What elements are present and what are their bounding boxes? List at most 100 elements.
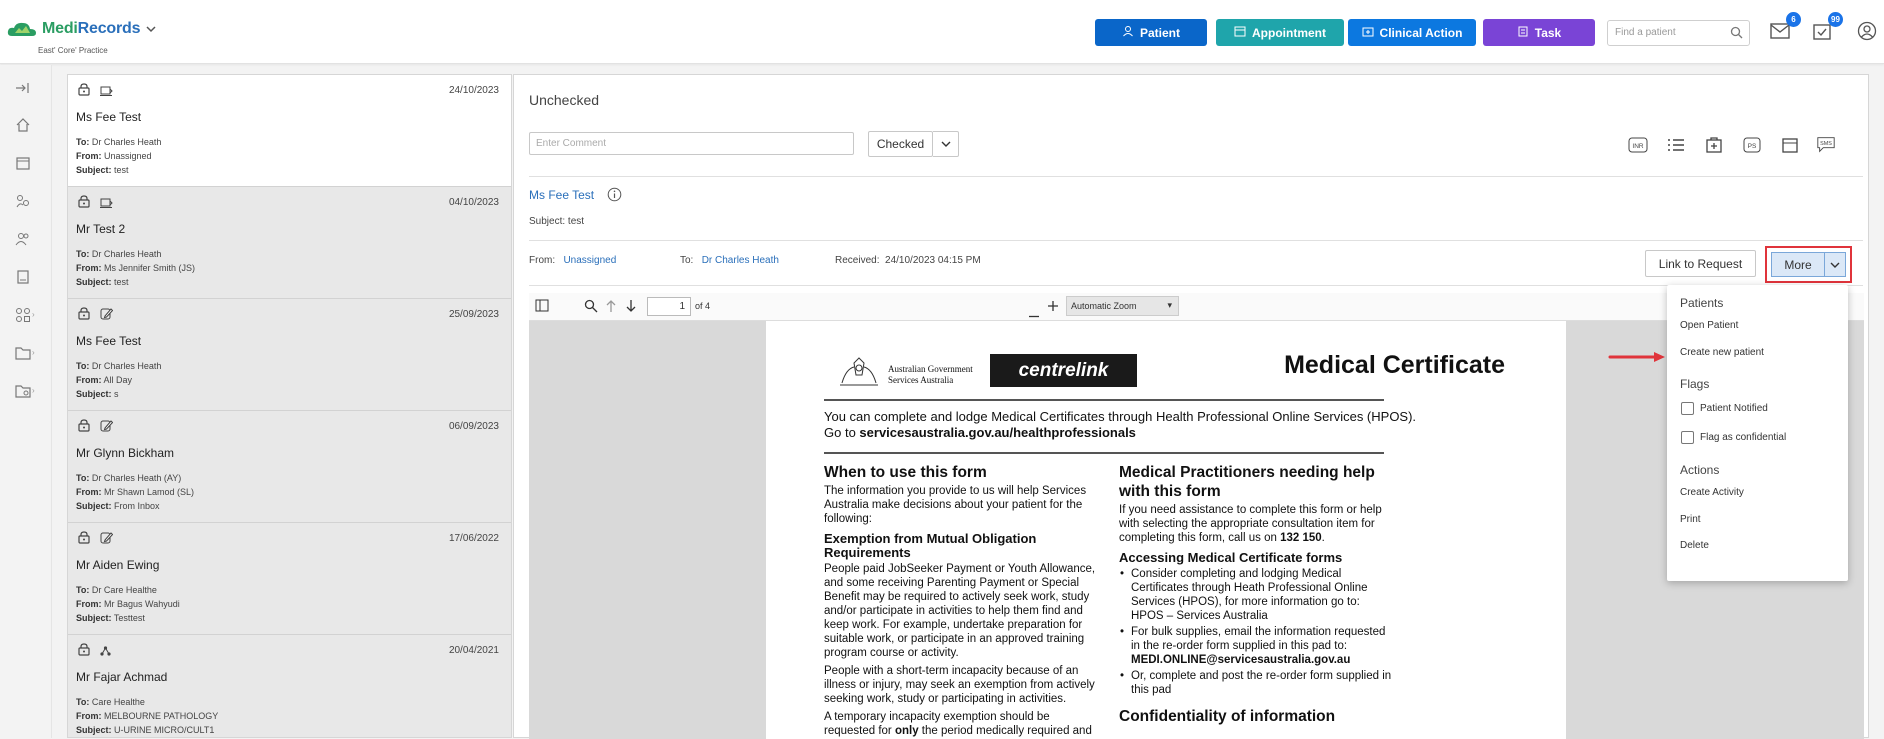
flag-confidential-label[interactable]: Flag as confidential: [1700, 432, 1786, 443]
menu-print[interactable]: Print: [1680, 514, 1701, 525]
patient-search-input[interactable]: Find a patient: [1607, 20, 1750, 46]
message-list-item[interactable]: 17/06/2022 Mr Aiden Ewing To: Dr Care Heal…: [68, 523, 511, 635]
menu-delete[interactable]: Delete: [1680, 540, 1709, 551]
pdf-viewer[interactable]: Australian Government Services Australia …: [529, 321, 1864, 739]
from-link[interactable]: Unassigned: [563, 255, 616, 266]
info-icon[interactable]: [607, 187, 622, 207]
mail-icon: [1770, 22, 1790, 44]
divider: [529, 240, 1863, 241]
brand-logo[interactable]: MediRecords: [6, 20, 156, 38]
from-label: From:: [76, 487, 102, 497]
inbox-mail-button[interactable]: 6: [1767, 12, 1801, 46]
tasks-badge: 99: [1828, 12, 1843, 27]
message-patient-name: Mr Fajar Achmad: [76, 670, 168, 684]
zoom-in-icon[interactable]: [1047, 299, 1059, 317]
message-subject: Subject: U-URINE MICRO/CULT1: [76, 725, 215, 735]
message-to: To: Dr Charles Heath: [76, 361, 162, 371]
page-rule: [824, 452, 1384, 454]
more-highlight-box: More: [1765, 246, 1852, 283]
folder-icon[interactable]: [14, 344, 32, 362]
from-label: From:: [76, 151, 102, 161]
bullet-item: For bulk supplies, email the information…: [1119, 625, 1394, 667]
medical-kit-icon[interactable]: [1704, 135, 1724, 155]
detail-from: From: Unassigned: [529, 255, 616, 266]
lock-icon: [78, 83, 90, 101]
comment-placeholder: Enter Comment: [536, 138, 607, 149]
home-icon[interactable]: [14, 116, 32, 134]
ps-icon[interactable]: PS: [1742, 135, 1762, 155]
left-nav-rail: › › ›: [0, 65, 52, 738]
lock-icon: [78, 419, 90, 437]
message-date: 06/09/2023: [448, 421, 499, 432]
to-label: To:: [680, 255, 694, 266]
subject-label: Subject:: [529, 216, 566, 227]
calendar-icon[interactable]: [1780, 135, 1800, 155]
checked-dropdown-button[interactable]: [933, 131, 959, 157]
flag-confidential-checkbox[interactable]: [1681, 431, 1694, 444]
new-appointment-button[interactable]: Appointment: [1216, 19, 1344, 46]
message-date: 24/10/2023: [448, 85, 499, 96]
message-subject: Subject: test: [76, 165, 129, 175]
bullet-item: Or, complete and post the re-order form …: [1119, 669, 1394, 697]
more-dropdown-button[interactable]: [1824, 252, 1846, 277]
user-menu-button[interactable]: [1851, 20, 1883, 46]
menu-create-new-patient[interactable]: Create new patient: [1680, 347, 1764, 358]
calendar-check-icon: [1813, 22, 1831, 45]
message-list-item[interactable]: 24/10/2023 Ms Fee Test To: Dr Charles Heat…: [68, 75, 511, 187]
patient-link[interactable]: Ms Fee Test: [529, 188, 594, 202]
sidebar-toggle-icon[interactable]: [535, 299, 549, 317]
document-icon[interactable]: [14, 268, 32, 286]
received-value: 24/10/2023 04:15 PM: [885, 255, 981, 266]
previous-page-icon[interactable]: [605, 299, 617, 318]
subheading: Exemption from Mutual Obligation Require…: [824, 531, 1037, 560]
message-date: 20/04/2021: [448, 645, 499, 656]
pdf-page: Australian Government Services Australia …: [766, 321, 1566, 739]
calendar-icon: [1234, 25, 1246, 40]
message-list-item[interactable]: 20/04/2021 Mr Fajar Achmad To: Care Health…: [68, 635, 511, 737]
expand-sidebar-icon[interactable]: [14, 79, 32, 97]
comment-input[interactable]: Enter Comment: [529, 132, 854, 155]
lock-icon: [78, 643, 90, 661]
zoom-select[interactable]: Automatic Zoom ▾: [1066, 296, 1179, 316]
right-column: Medical Practitioners needing help with …: [1119, 463, 1394, 728]
modules-icon[interactable]: [14, 306, 32, 324]
message-list-item[interactable]: 25/09/2023 Ms Fee Test To: Dr Charles Heat…: [68, 299, 511, 411]
gov-line1: Australian Government: [888, 363, 973, 374]
patient-notified-checkbox[interactable]: [1681, 402, 1694, 415]
more-menu: Patients Open Patient Create new patient…: [1667, 285, 1848, 581]
section-heading: When to use this form: [824, 464, 987, 481]
tasks-button[interactable]: 99: [1809, 12, 1843, 46]
chevron-down-icon[interactable]: [146, 22, 156, 36]
subject-value: test: [567, 216, 585, 227]
message-list-item[interactable]: 04/10/2023 Mr Test 2 To: Dr Charles Heath F…: [68, 187, 511, 299]
page-count: of 4: [695, 301, 711, 311]
search-icon[interactable]: [584, 299, 598, 318]
government-name: Australian Government Services Australia: [888, 364, 973, 386]
link-to-request-button[interactable]: Link to Request: [1645, 250, 1756, 277]
detail-subject: Subject: test: [529, 216, 584, 227]
clinical-icon[interactable]: [14, 192, 32, 210]
checked-button[interactable]: Checked: [868, 131, 933, 157]
to-link[interactable]: Dr Charles Heath: [702, 255, 779, 266]
calendar-icon[interactable]: [14, 154, 32, 172]
new-task-label: Task: [1534, 25, 1562, 40]
inr-icon[interactable]: INR: [1628, 135, 1648, 155]
menu-open-patient[interactable]: Open Patient: [1680, 320, 1738, 331]
new-patient-button[interactable]: Patient: [1095, 19, 1207, 46]
new-clinical-action-button[interactable]: Clinical Action: [1348, 19, 1476, 46]
patient-notified-label[interactable]: Patient Notified: [1700, 403, 1768, 414]
shared-folder-icon[interactable]: [14, 382, 32, 400]
message-date: 04/10/2023: [448, 197, 499, 208]
message-list-item[interactable]: 06/09/2023 Mr Glynn Bickham To: Dr Charles…: [68, 411, 511, 523]
new-task-button[interactable]: Task: [1483, 19, 1595, 46]
sms-icon[interactable]: SMS: [1816, 135, 1836, 155]
patients-icon[interactable]: [14, 230, 32, 248]
message-subject: Subject: Testtest: [76, 613, 145, 623]
message-icons: [78, 83, 113, 101]
next-page-icon[interactable]: [625, 299, 637, 318]
menu-create-activity[interactable]: Create Activity: [1680, 487, 1744, 498]
page-number-input[interactable]: 1: [647, 297, 691, 316]
more-button[interactable]: More: [1771, 252, 1825, 277]
list-icon[interactable]: [1666, 135, 1686, 155]
top-header: MediRecords East' Core' Practice Patient…: [0, 0, 1884, 64]
